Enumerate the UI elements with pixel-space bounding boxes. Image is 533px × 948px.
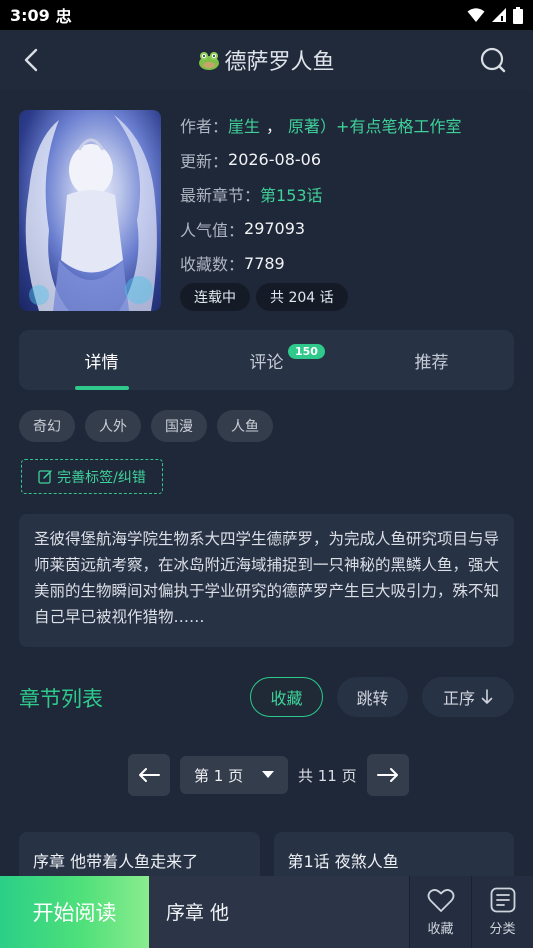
book-cover[interactable] <box>19 110 161 311</box>
favorites-row: 收藏数： 7789 <box>180 246 461 281</box>
title-text: 德萨罗人鱼 <box>224 50 335 75</box>
author-separator: ， <box>266 117 283 137</box>
tab-comments[interactable]: 评论 150 <box>184 330 349 390</box>
current-chapter[interactable]: 序章 他 <box>149 876 409 948</box>
app-bar: 德萨罗人鱼 <box>0 30 533 90</box>
tab-recommend[interactable]: 推荐 <box>349 330 514 390</box>
page-select[interactable]: 第 1 页 <box>180 756 288 794</box>
synopsis: 圣彼得堡航海学院生物系大四学生德萨罗，为完成人鱼研究项目与导师莱茵远航考察，在冰… <box>19 514 514 647</box>
heart-icon <box>427 888 454 912</box>
sort-order-label: 正序 <box>442 689 475 708</box>
tag-mermaid[interactable]: 人鱼 <box>217 410 273 442</box>
genre-tags: 奇幻 人外 国漫 人鱼 <box>19 410 273 442</box>
jump-button-label: 跳转 <box>356 689 389 708</box>
author-link-secondary[interactable]: 原著）+有点笔格工作室 <box>288 113 461 137</box>
detail-tabs: 详情 评论 150 推荐 <box>19 330 514 390</box>
popularity-row: 人气值： 297093 <box>180 212 461 247</box>
latest-chapter-row: 最新章节： 第153话 <box>180 177 461 212</box>
update-row: 更新： 2026-08-06 <box>180 143 461 178</box>
tag-fantasy[interactable]: 奇幻 <box>19 410 75 442</box>
frog-mascot-icon <box>199 52 220 70</box>
sort-order-button[interactable]: 正序 <box>422 677 514 717</box>
improve-tags-label: 完善标签/纠错 <box>57 469 146 486</box>
page-title: 德萨罗人鱼 <box>198 44 335 76</box>
start-reading-label: 开始阅读 <box>32 901 117 925</box>
prev-page-button[interactable] <box>128 754 170 796</box>
favorite-button[interactable]: 收藏 <box>409 876 471 948</box>
tab-recommend-label: 推荐 <box>414 352 449 373</box>
page-select-value: 第 1 页 <box>194 766 244 785</box>
status-carrier: 忠 <box>55 7 72 26</box>
tab-details-label: 详情 <box>84 352 119 373</box>
chapter-item-title: 序章 他带着人鱼走来了 <box>33 852 199 871</box>
favorites-label: 收藏数： <box>180 255 245 275</box>
jump-button[interactable]: 跳转 <box>337 677 408 717</box>
comment-count-badge: 150 <box>288 344 325 359</box>
category-label: 分类 <box>489 922 516 937</box>
status-icons <box>467 6 523 24</box>
dropdown-caret-icon <box>262 771 274 778</box>
favorites-value: 7789 <box>244 253 285 273</box>
collect-button-label: 收藏 <box>270 689 303 708</box>
status-time: 3:09 <box>10 5 50 25</box>
tag-nonhuman[interactable]: 人外 <box>85 410 141 442</box>
pagination: 第 1 页 共 11 页 <box>128 754 409 796</box>
current-chapter-label: 序章 他 <box>166 902 230 924</box>
arrow-left-icon <box>139 768 160 782</box>
next-page-button[interactable] <box>366 754 409 796</box>
favorite-label: 收藏 <box>427 921 454 937</box>
chapter-list-title: 章节列表 <box>19 687 103 711</box>
collect-button[interactable]: 收藏 <box>250 677 323 717</box>
battery-icon <box>513 6 523 24</box>
tab-comments-label: 评论 <box>249 352 284 373</box>
wifi-icon <box>467 8 485 22</box>
update-label: 更新： <box>180 151 229 171</box>
improve-tags-button[interactable]: 完善标签/纠错 <box>21 459 163 494</box>
bottom-action-bar: 开始阅读 序章 他 收藏 分类 <box>0 876 533 948</box>
status-bar: 3:09 忠 <box>0 0 533 30</box>
latest-chapter-label: 最新章节： <box>180 186 261 206</box>
popularity-value: 297093 <box>244 219 306 239</box>
book-meta: 作者： 崖生 ， 原著）+有点笔格工作室 更新： 2026-08-06 最新章节… <box>180 108 461 281</box>
serial-status-chip: 连载中 <box>180 283 250 311</box>
status-chips: 连载中 共 204 话 <box>180 283 348 311</box>
tag-domestic-comic[interactable]: 国漫 <box>151 410 207 442</box>
author-row: 作者： 崖生 ， 原著）+有点笔格工作室 <box>180 108 461 143</box>
chapter-item-title: 第1话 夜煞人鱼 <box>287 852 399 871</box>
chapter-list-header: 章节列表 收藏 跳转 正序 <box>19 677 514 718</box>
category-button[interactable]: 分类 <box>471 876 533 948</box>
edit-icon <box>38 470 52 484</box>
tab-details[interactable]: 详情 <box>19 330 184 390</box>
latest-chapter-link[interactable]: 第153话 <box>260 182 323 206</box>
back-arrow-icon[interactable] <box>18 46 46 74</box>
list-icon <box>490 887 515 913</box>
search-icon[interactable] <box>479 46 507 74</box>
page-total: 共 11 页 <box>298 766 357 785</box>
chapter-count-chip: 共 204 话 <box>256 283 348 311</box>
signal-icon <box>492 8 506 22</box>
author-link-primary[interactable]: 崖生 <box>228 113 260 137</box>
arrow-down-icon <box>481 689 493 704</box>
cover-illustration <box>25 115 157 311</box>
start-reading-button[interactable]: 开始阅读 <box>0 876 149 948</box>
update-value: 2026-08-06 <box>228 150 321 170</box>
author-label: 作者： <box>180 117 229 137</box>
arrow-right-icon <box>376 768 398 782</box>
popularity-label: 人气值： <box>180 220 245 240</box>
